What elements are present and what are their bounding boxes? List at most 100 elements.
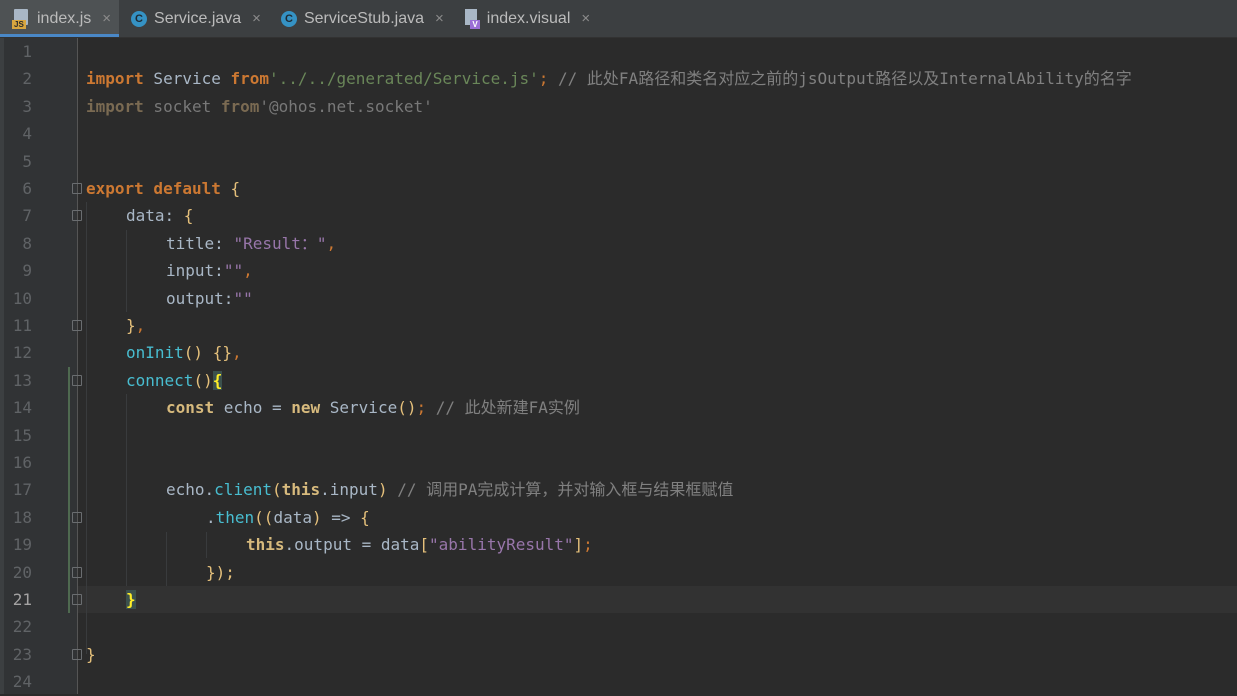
close-icon[interactable]: × bbox=[252, 10, 261, 27]
line-number: 17 bbox=[12, 480, 32, 500]
code-line[interactable]: 23} bbox=[0, 641, 1237, 668]
code-editor[interactable]: 1 2 import Service from'../../generated/Se… bbox=[0, 38, 1237, 694]
code-token: const bbox=[166, 398, 215, 418]
code-text: .then((data) => { bbox=[206, 504, 370, 531]
code-token: '../../generated/Service.js' bbox=[269, 69, 539, 89]
line-number: 10 bbox=[12, 288, 32, 308]
fold-marker-icon[interactable] bbox=[72, 183, 82, 194]
code-text: const echo = new Service(); // 此处新建FA实例 bbox=[166, 394, 580, 421]
code-token: export default bbox=[86, 179, 231, 198]
code-line[interactable]: 10 output:"" bbox=[0, 285, 1237, 312]
tab-servicestub-java[interactable]: C ServiceStub.java × bbox=[269, 0, 452, 37]
code-token: : bbox=[214, 261, 224, 281]
close-icon[interactable]: × bbox=[102, 10, 111, 27]
fold-marker-icon[interactable] bbox=[72, 594, 82, 605]
code-text: } bbox=[126, 586, 136, 613]
fold-marker-icon[interactable] bbox=[72, 374, 82, 386]
code-line[interactable]: 21} bbox=[0, 586, 1237, 613]
tab-service-java[interactable]: C Service.java × bbox=[119, 0, 269, 37]
line-number: 2 bbox=[22, 69, 32, 89]
fold-marker-icon[interactable] bbox=[72, 320, 82, 331]
code-token: Service bbox=[143, 69, 231, 89]
code-token: this bbox=[281, 480, 321, 500]
code-token: data bbox=[273, 507, 312, 527]
line-number: 12 bbox=[12, 343, 32, 363]
code-line[interactable]: 7 data: { bbox=[0, 202, 1237, 229]
code-line[interactable]: 17 echo.client(this.input) // 调用PA完成计算，并对… bbox=[0, 476, 1237, 503]
code-token: output bbox=[166, 288, 224, 308]
line-number: 18 bbox=[12, 507, 32, 527]
tab-index-visual[interactable]: V index.visual × bbox=[452, 0, 598, 37]
code-text: export default { bbox=[86, 175, 240, 202]
code-text: import Service from'../../generated/Serv… bbox=[86, 65, 1132, 92]
tab-label: index.js bbox=[37, 9, 92, 27]
code-token: . bbox=[206, 507, 216, 527]
code-line[interactable]: 8 title: "Result：", bbox=[0, 230, 1237, 257]
fold-marker-icon[interactable] bbox=[72, 566, 82, 578]
code-text: echo.client(this.input) // 调用PA完成计算，并对输入… bbox=[166, 476, 733, 503]
code-token: import bbox=[86, 96, 144, 116]
code-token: . bbox=[204, 480, 215, 500]
code-token: , bbox=[135, 316, 146, 335]
code-line[interactable]: 14 const echo = new Service(); // 此处新建FA实… bbox=[0, 394, 1237, 421]
code-token: .input bbox=[320, 480, 378, 500]
code-line[interactable]: 13 connect(){ bbox=[0, 367, 1237, 394]
code-line[interactable]: 19 this.output = data["abilityResult"]; bbox=[0, 531, 1237, 558]
line-number: 9 bbox=[22, 261, 32, 281]
code-token: .output = data bbox=[284, 535, 420, 555]
code-line[interactable]: 12 onInit() {}, bbox=[0, 339, 1237, 366]
code-text: this.output = data["abilityResult"]; bbox=[246, 531, 593, 558]
code-line[interactable]: 15 bbox=[0, 422, 1237, 449]
code-text: }); bbox=[206, 559, 235, 586]
line-number: 8 bbox=[22, 233, 32, 253]
code-token: : bbox=[214, 233, 234, 253]
java-class-icon: C bbox=[131, 10, 148, 27]
java-class-icon: C bbox=[280, 10, 297, 27]
code-token: } bbox=[86, 644, 96, 664]
code-line[interactable]: 24 bbox=[0, 668, 1237, 695]
line-number: 24 bbox=[12, 672, 32, 692]
line-number: 5 bbox=[22, 151, 32, 171]
code-text: title: "Result：", bbox=[166, 230, 336, 257]
code-token: { bbox=[183, 206, 194, 226]
fold-marker-icon[interactable] bbox=[72, 511, 82, 523]
code-token: client bbox=[214, 480, 272, 500]
code-line[interactable]: 6 export default { bbox=[0, 175, 1237, 202]
code-token: : bbox=[223, 288, 234, 308]
code-token: title bbox=[166, 233, 215, 253]
code-token: "" bbox=[223, 261, 244, 281]
code-line[interactable]: 11}, bbox=[0, 312, 1237, 339]
close-icon[interactable]: × bbox=[435, 10, 444, 27]
code-line[interactable]: 4 bbox=[0, 120, 1237, 147]
fold-marker-icon[interactable] bbox=[72, 210, 82, 222]
tab-index-js[interactable]: JS index.js × bbox=[0, 0, 120, 37]
code-text: output:"" bbox=[166, 285, 253, 312]
code-line[interactable]: 16 bbox=[0, 449, 1237, 476]
code-line[interactable]: 5 bbox=[0, 148, 1237, 175]
code-token: echo bbox=[166, 480, 205, 500]
tab-label: Service.java bbox=[154, 9, 242, 27]
code-token: , bbox=[326, 233, 337, 253]
code-token: [ bbox=[419, 535, 430, 555]
code-token: // 此处新建FA实例 bbox=[426, 398, 580, 418]
code-text: data: { bbox=[126, 202, 193, 229]
code-token: } bbox=[126, 316, 136, 335]
code-token: }); bbox=[206, 562, 235, 582]
code-token: "abilityResult" bbox=[429, 535, 574, 555]
code-line[interactable]: 3 import socket from'@ohos.net.socket' bbox=[0, 93, 1237, 120]
code-token: import bbox=[86, 69, 144, 89]
close-icon[interactable]: × bbox=[581, 10, 590, 27]
line-number: 6 bbox=[22, 179, 32, 198]
line-number: 16 bbox=[12, 453, 32, 472]
code-line[interactable]: 20}); bbox=[0, 559, 1237, 586]
code-line[interactable]: 1 bbox=[0, 38, 1237, 65]
fold-marker-icon[interactable] bbox=[72, 648, 82, 660]
code-line[interactable]: 18 .then((data) => { bbox=[0, 504, 1237, 531]
code-line[interactable]: 22 bbox=[0, 613, 1237, 640]
code-line[interactable]: 2 import Service from'../../generated/Ser… bbox=[0, 65, 1237, 92]
code-token: "Result：" bbox=[233, 233, 327, 253]
code-line[interactable]: 9 input:"", bbox=[0, 257, 1237, 284]
line-number: 7 bbox=[22, 206, 32, 226]
code-token: from bbox=[220, 96, 260, 116]
line-number: 14 bbox=[12, 398, 32, 418]
